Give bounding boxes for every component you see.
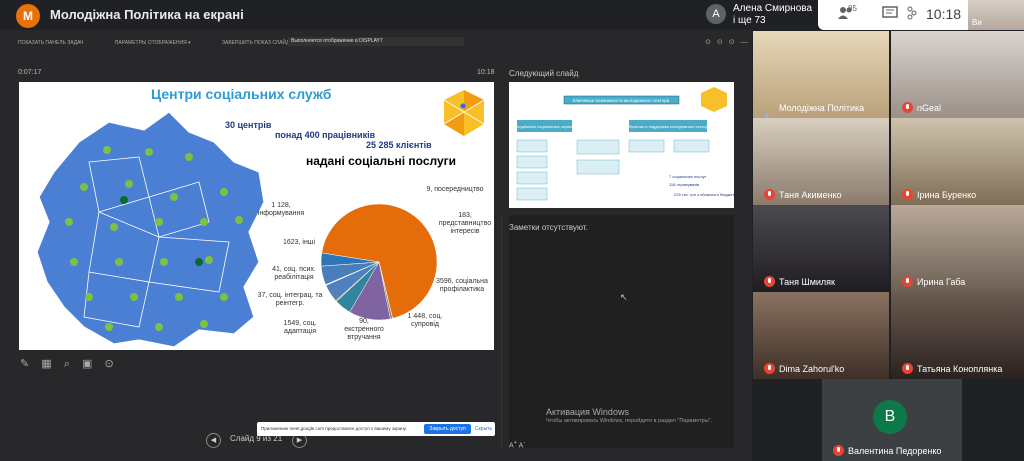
more-options-icon[interactable]: ⊙: [104, 358, 113, 370]
slide-clock: 10:18: [477, 69, 495, 76]
mic-off-icon: [764, 276, 775, 287]
participant-name: Татьяна Коноплянка: [917, 364, 1003, 374]
pie-label-rehab: 41, соц. псих. реабілітація: [272, 266, 316, 281]
presenter-name[interactable]: Алена Смирнова і ще 73: [733, 3, 812, 27]
next-slide-preview[interactable]: Ключевые возможности молодежного сектора…: [509, 82, 734, 208]
panel-divider[interactable]: [501, 215, 502, 448]
display-chip: Выполняется отображение в DISPLAY7: [288, 37, 464, 46]
participant-name: Dima Zahorul'ko: [779, 364, 845, 374]
pie-label-support: 1 448, соц. супровід: [407, 313, 443, 328]
mic-off-icon: [902, 102, 913, 113]
notes-text: Заметки отсутствуют.: [509, 223, 588, 232]
meeting-title: Молодіжна Політика на екрані: [50, 7, 244, 22]
participant-name: Ірина Буренко: [917, 190, 977, 200]
presenter-name-line1: Алена Смирнова: [733, 3, 813, 14]
pie-label-other: 1623, інші: [282, 239, 316, 246]
stop-sharing-button[interactable]: Закрыть доступ: [424, 424, 471, 434]
speaking-indicator-icon: [763, 103, 774, 118]
chat-icon[interactable]: [882, 6, 898, 20]
zoom-icon[interactable]: ⌕: [64, 358, 70, 370]
mouse-cursor: ↖: [620, 292, 628, 302]
pie-label-informing: 1 128, інформування: [257, 202, 305, 217]
presentation-timer: 0:07:17: [18, 69, 42, 76]
display-settings-button[interactable]: ПАРАМЕТРЫ ОТОБРАЖЕНИЯ ▾: [115, 40, 191, 46]
participant-tile[interactable]: nGeal: [891, 31, 1024, 118]
svg-text:225 тис. грн з обласного бюдже: 225 тис. грн з обласного бюджету: [674, 192, 734, 197]
pie-label-representation: 183, представництво інтересів: [438, 212, 492, 235]
mic-off-icon: [902, 189, 913, 200]
participant-name: Ирина Габа: [917, 277, 966, 287]
activities-icon[interactable]: [907, 6, 917, 20]
show-taskbar-button[interactable]: ПОКАЗАТЬ ПАНЕЛЬ ЗАДАЧ: [18, 40, 83, 46]
pie-label-adaptation: 1549, соц. адаптація: [283, 320, 317, 335]
previous-slide-button[interactable]: ◀: [206, 433, 221, 448]
participant-name: Таня Шмиляк: [779, 277, 835, 287]
mic-off-icon: [833, 445, 844, 456]
mic-off-icon: [764, 189, 775, 200]
windows-activation-title: Активация Windows: [546, 407, 629, 417]
current-slide: Центри соціальних служб 30 центрів понад…: [19, 82, 494, 350]
end-slideshow-button[interactable]: ЗАВЕРШИТЬ ПОКАЗ СЛАЙДОВ: [222, 40, 297, 46]
pen-icon[interactable]: ✎: [20, 358, 29, 370]
participant-name: Молодіжна Політика: [779, 103, 865, 113]
pie-label-emergency: 90, екстренного втручання: [344, 318, 384, 341]
pie-label-integration: 37, соц. інтеграц. та реінтегр.: [257, 292, 323, 307]
participant-tile[interactable]: Ирина Габа: [891, 205, 1024, 292]
pie-label-consulting: 21 337, консультування: [341, 186, 393, 201]
participant-name: Валентина Педоренко: [848, 446, 942, 456]
participant-name: Таня Акименко: [779, 190, 842, 200]
mic-off-icon: [764, 363, 775, 374]
next-slide-box-left: Молодёжные социальные сервисы: [511, 124, 576, 129]
next-slide-label: Следующий слайд: [509, 69, 579, 78]
participant-tile[interactable]: Таня Шмиляк: [753, 205, 889, 292]
svg-text:118 отримувачів: 118 отримувачів: [669, 182, 699, 187]
people-count: 85: [848, 4, 857, 13]
next-slide-diagram: Ключевые возможности молодежного сектора…: [511, 87, 734, 201]
participant-name: nGeal: [917, 103, 942, 113]
all-slides-icon[interactable]: ▦: [41, 358, 51, 370]
black-screen-icon[interactable]: ▣: [82, 358, 92, 370]
presenter-avatar: А: [706, 4, 726, 24]
participant-tile[interactable]: Молодіжна Політика: [753, 31, 889, 118]
self-label: Ви: [972, 18, 982, 27]
meeting-avatar: M: [16, 4, 40, 28]
hide-notification-link[interactable]: Скрыть: [475, 424, 492, 434]
next-slide-header: Ключевые возможности молодежного сектора: [573, 98, 670, 103]
svg-text:7 соціальних послуг: 7 соціальних послуг: [669, 174, 707, 179]
presenter-name-line2: і ще 73: [733, 15, 766, 26]
pie-label-mediation: 9, посередництво: [426, 186, 484, 193]
windows-activation-subtitle: Чтобы активировать Windows, перейдите в …: [546, 418, 713, 424]
mic-off-icon: [902, 276, 913, 287]
participant-tile[interactable]: Татьяна Коноплянка: [891, 292, 1024, 379]
participant-avatar: В: [873, 400, 907, 434]
notes-font-size-controls[interactable]: A+ A-: [509, 440, 525, 449]
clock: 10:18: [926, 6, 962, 22]
participant-tile[interactable]: Ірина Буренко: [891, 118, 1024, 205]
pie-label-prevention: 3596, соціальна профілактика: [436, 278, 488, 293]
mic-off-icon: [902, 363, 913, 374]
presenter-toolbar: ПОКАЗАТЬ ПАНЕЛЬ ЗАДАЧ ПАРАМЕТРЫ ОТОБРАЖЕ…: [18, 40, 327, 46]
next-slide-box-right: Обучение и поддержка молодежного сектора: [626, 124, 711, 129]
participant-tile[interactable]: Dima Zahorul'ko: [753, 292, 889, 379]
slide-tools: ✎ ▦ ⌕ ▣ ⊙: [20, 357, 123, 371]
participant-tile[interactable]: Таня Акименко: [753, 118, 889, 205]
